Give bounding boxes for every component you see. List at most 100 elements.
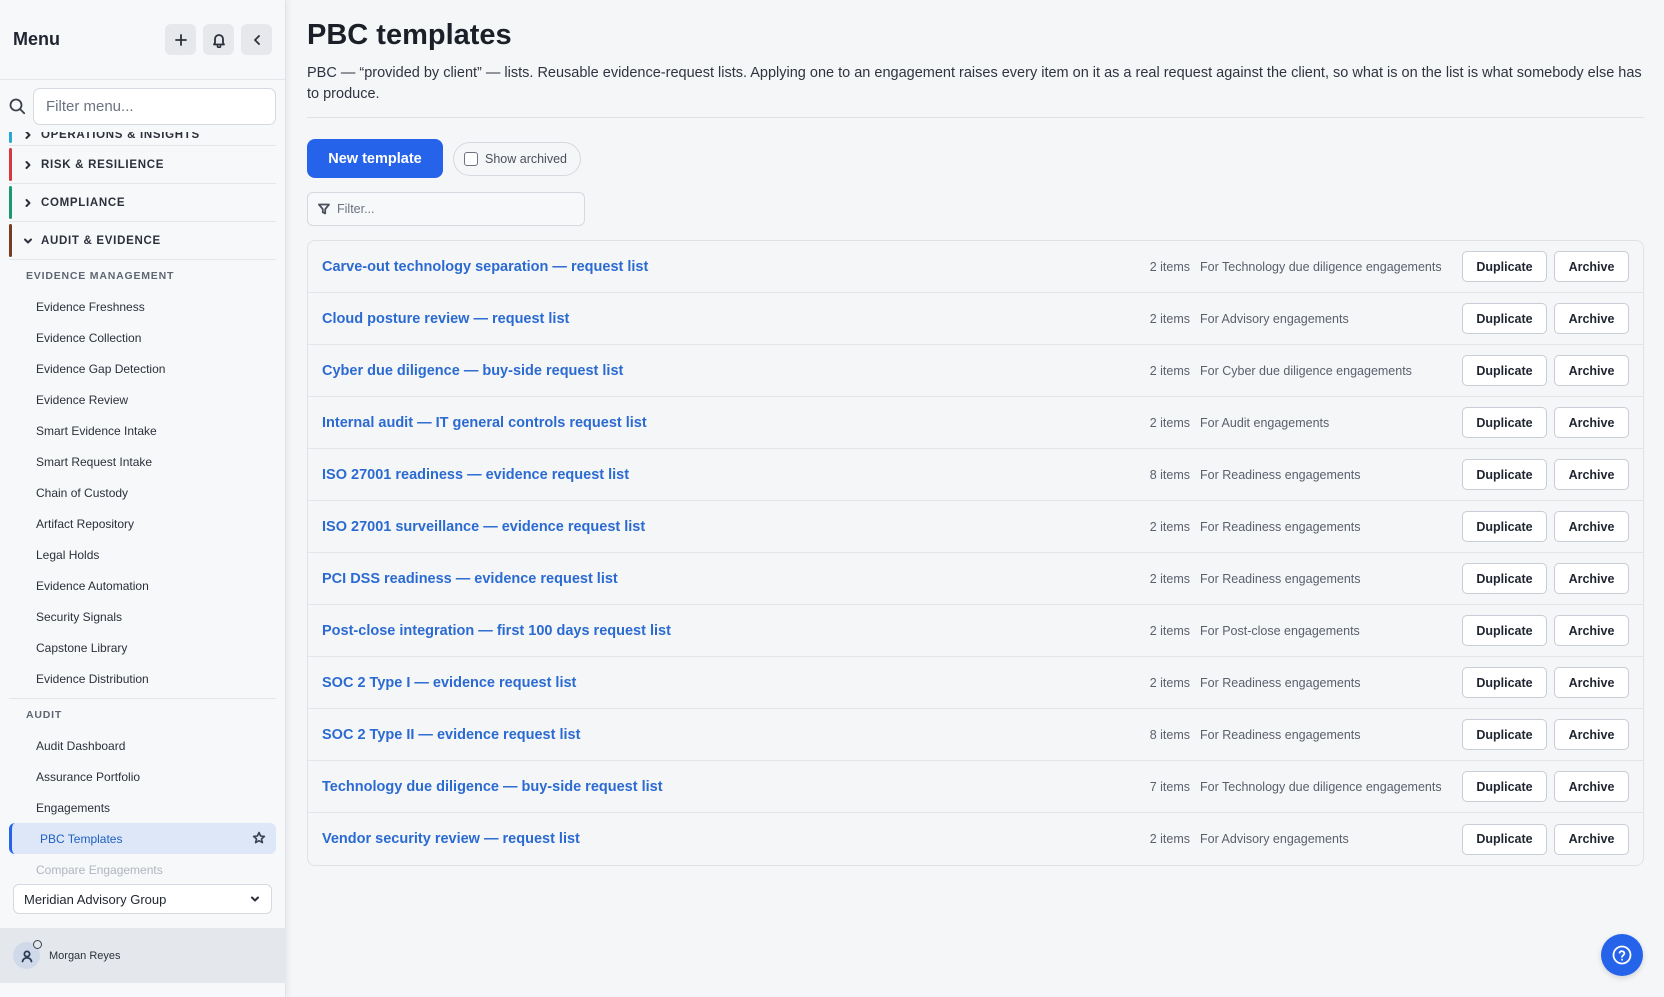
- funnel-icon: [318, 203, 330, 215]
- duplicate-button[interactable]: Duplicate: [1462, 563, 1547, 594]
- user-icon: [21, 950, 32, 962]
- sidebar-item-capstone-library[interactable]: Capstone Library: [0, 632, 285, 663]
- sidebar-item-evidence-gap-detection[interactable]: Evidence Gap Detection: [0, 353, 285, 384]
- chevron-down-icon: [23, 236, 35, 246]
- duplicate-button[interactable]: Duplicate: [1462, 303, 1547, 334]
- archive-button[interactable]: Archive: [1554, 459, 1629, 490]
- template-name-link[interactable]: ISO 27001 surveillance — evidence reques…: [322, 519, 1150, 535]
- item-count: 2 items: [1149, 832, 1190, 846]
- sidebar-item-evidence-automation[interactable]: Evidence Automation: [0, 570, 285, 601]
- sidebar-item-compare-engagements[interactable]: Compare Engagements: [0, 854, 285, 880]
- user-profile[interactable]: Morgan Reyes: [0, 928, 286, 983]
- sidebar-item-legal-holds[interactable]: Legal Holds: [0, 539, 285, 570]
- section-audit-evidence[interactable]: AUDIT & EVIDENCE: [9, 222, 276, 260]
- sidebar-item-smart-request-intake[interactable]: Smart Request Intake: [0, 446, 285, 477]
- template-name-link[interactable]: Cyber due diligence — buy-side request l…: [322, 363, 1150, 379]
- sidebar-item-engagements[interactable]: Engagements: [0, 792, 285, 823]
- archive-button[interactable]: Archive: [1554, 355, 1629, 386]
- chevron-right-icon: [23, 132, 35, 140]
- item-count: 2 items: [1149, 571, 1190, 586]
- notifications-button[interactable]: [203, 24, 234, 55]
- duplicate-button[interactable]: Duplicate: [1462, 719, 1547, 750]
- menu-filter-input[interactable]: [33, 87, 276, 125]
- archive-button[interactable]: Archive: [1554, 719, 1629, 750]
- template-name-link[interactable]: SOC 2 Type II — evidence request list: [322, 727, 1150, 743]
- section-compliance[interactable]: COMPLIANCE: [9, 184, 276, 222]
- sidebar-item-chain-of-custody[interactable]: Chain of Custody: [0, 477, 285, 508]
- engagement-type: For Cyber due diligence engagements: [1200, 363, 1412, 378]
- organization-select[interactable]: Meridian Advisory Group: [13, 884, 272, 914]
- template-name-link[interactable]: Technology due diligence — buy-side requ…: [322, 779, 1150, 795]
- table-row: ISO 27001 surveillance — evidence reques…: [308, 501, 1643, 553]
- table-row: Technology due diligence — buy-side requ…: [308, 761, 1643, 813]
- template-name-link[interactable]: Carve-out technology separation — reques…: [322, 259, 1150, 275]
- engagement-type: For Readiness engagements: [1200, 519, 1361, 534]
- new-template-button[interactable]: New template: [307, 139, 443, 178]
- page-title: PBC templates: [307, 19, 512, 51]
- sidebar-item-pbc-templates[interactable]: PBC Templates: [9, 823, 276, 854]
- sidebar-item-evidence-freshness[interactable]: Evidence Freshness: [0, 291, 285, 322]
- item-count: 2 items: [1149, 675, 1190, 690]
- duplicate-button[interactable]: Duplicate: [1462, 511, 1547, 542]
- sidebar-item-evidence-review[interactable]: Evidence Review: [0, 384, 285, 415]
- question-circle-icon: [1612, 945, 1632, 965]
- section-color-bar: [9, 148, 12, 181]
- sidebar-item-artifact-repository[interactable]: Artifact Repository: [0, 508, 285, 539]
- sidebar-item-evidence-collection[interactable]: Evidence Collection: [0, 322, 285, 353]
- table-row: Vendor security review — request list 2 i…: [308, 813, 1643, 865]
- template-name-link[interactable]: Internal audit — IT general controls req…: [322, 415, 1150, 431]
- duplicate-button[interactable]: Duplicate: [1462, 407, 1547, 438]
- sidebar-item-audit-dashboard[interactable]: Audit Dashboard: [0, 730, 285, 761]
- template-filter-input[interactable]: [337, 202, 584, 216]
- template-filter: [307, 192, 585, 226]
- template-name-link[interactable]: ISO 27001 readiness — evidence request l…: [322, 467, 1150, 483]
- sidebar-header: Menu: [0, 0, 285, 80]
- archive-button[interactable]: Archive: [1554, 667, 1629, 698]
- template-name-link[interactable]: Vendor security review — request list: [322, 831, 1150, 847]
- section-risk-resilience[interactable]: RISK & RESILIENCE: [9, 146, 276, 184]
- sidebar-item-evidence-distribution[interactable]: Evidence Distribution: [0, 663, 285, 694]
- item-count: 2 items: [1149, 363, 1190, 378]
- template-name-link[interactable]: Cloud posture review — request list: [322, 311, 1150, 327]
- add-button[interactable]: [165, 24, 196, 55]
- duplicate-button[interactable]: Duplicate: [1462, 823, 1547, 855]
- archive-button[interactable]: Archive: [1554, 563, 1629, 594]
- archive-button[interactable]: Archive: [1554, 303, 1629, 334]
- sidebar-item-smart-evidence-intake[interactable]: Smart Evidence Intake: [0, 415, 285, 446]
- duplicate-button[interactable]: Duplicate: [1462, 459, 1547, 490]
- archive-button[interactable]: Archive: [1554, 771, 1629, 802]
- table-row: SOC 2 Type II — evidence request list 8 i…: [308, 709, 1643, 761]
- sidebar-item-assurance-portfolio[interactable]: Assurance Portfolio: [0, 761, 285, 792]
- template-name-link[interactable]: Post-close integration — first 100 days …: [322, 623, 1150, 639]
- page-description: PBC — “provided by client” — lists. Reus…: [307, 65, 1642, 102]
- section-label: OPERATIONS & INSIGHTS: [41, 132, 200, 141]
- archive-button[interactable]: Archive: [1554, 511, 1629, 542]
- sidebar-nav[interactable]: OPERATIONS & INSIGHTS RISK & RESILIENCE …: [0, 132, 285, 880]
- archive-button[interactable]: Archive: [1554, 407, 1629, 438]
- archive-button[interactable]: Archive: [1554, 251, 1629, 282]
- template-name-link[interactable]: SOC 2 Type I — evidence request list: [322, 675, 1150, 691]
- show-archived-toggle[interactable]: Show archived: [453, 142, 581, 176]
- engagement-type: For Readiness engagements: [1200, 467, 1361, 482]
- star-icon[interactable]: [252, 831, 266, 845]
- duplicate-button[interactable]: Duplicate: [1462, 251, 1547, 282]
- duplicate-button[interactable]: Duplicate: [1462, 615, 1547, 646]
- item-count: 7 items: [1149, 779, 1190, 794]
- template-name-link[interactable]: PCI DSS readiness — evidence request lis…: [322, 571, 1150, 587]
- sidebar-item-security-signals[interactable]: Security Signals: [0, 601, 285, 632]
- duplicate-button[interactable]: Duplicate: [1462, 355, 1547, 386]
- collapse-sidebar-button[interactable]: [241, 24, 272, 55]
- archive-button[interactable]: Archive: [1554, 615, 1629, 646]
- duplicate-button[interactable]: Duplicate: [1462, 771, 1547, 802]
- template-list: Carve-out technology separation — reques…: [307, 240, 1644, 866]
- duplicate-button[interactable]: Duplicate: [1462, 667, 1547, 698]
- engagement-type: For Post-close engagements: [1200, 623, 1360, 638]
- section-operations-insights[interactable]: OPERATIONS & INSIGHTS: [9, 132, 276, 146]
- archive-button[interactable]: Archive: [1554, 823, 1629, 855]
- user-name: Morgan Reyes: [49, 949, 121, 962]
- divider: [307, 117, 1644, 118]
- help-button[interactable]: [1601, 934, 1643, 976]
- sidebar: Menu OPERATIONS & INSIGHTS RISK & RESILI…: [0, 0, 286, 997]
- show-archived-checkbox[interactable]: [464, 152, 478, 166]
- table-row: Post-close integration — first 100 days …: [308, 605, 1643, 657]
